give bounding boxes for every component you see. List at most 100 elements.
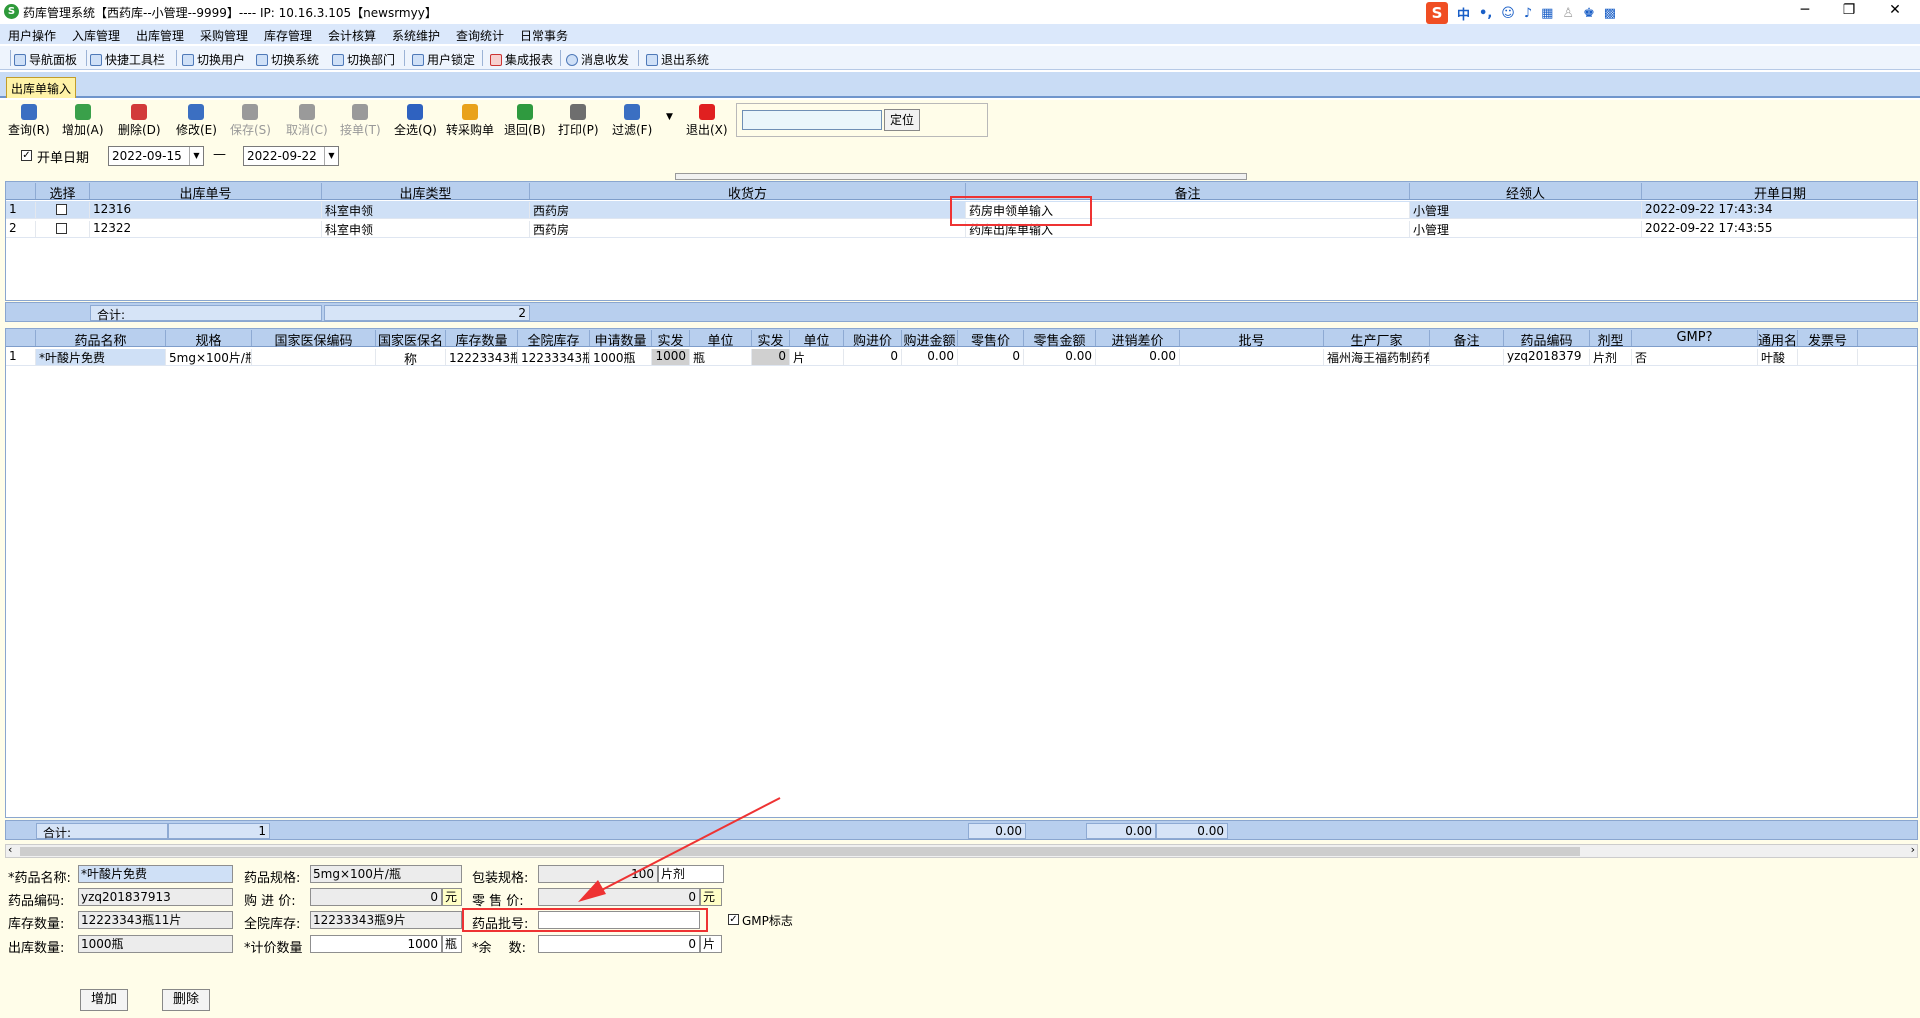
delete-button[interactable]: 删除(D) <box>118 104 161 138</box>
row-select-checkbox[interactable] <box>56 204 67 215</box>
col-detail-unit2[interactable]: 单位 <box>790 330 844 349</box>
menu-inbound[interactable]: 入库管理 <box>72 27 120 44</box>
col-detail-form[interactable]: 剂型 <box>1590 330 1632 349</box>
col-detail-stock[interactable]: 库存数量 <box>446 330 518 349</box>
minimize-button[interactable]: ─ <box>1782 0 1828 22</box>
microphone-icon[interactable]: ♪ <box>1524 6 1532 21</box>
to-purchase-button[interactable]: 转采购单 <box>446 104 494 138</box>
col-detail-invoice[interactable]: 发票号 <box>1798 330 1858 349</box>
nav-panel-button[interactable]: 导航面板 <box>14 51 77 68</box>
emoji-icon[interactable]: ☺ <box>1501 6 1515 21</box>
col-detail-nhn[interactable]: 国家医保名称 <box>376 330 446 368</box>
modify-button[interactable]: 修改(E) <box>176 104 217 138</box>
menu-daily[interactable]: 日常事务 <box>520 27 568 44</box>
keyboard-icon[interactable]: ▦ <box>1541 6 1553 21</box>
col-detail-buy[interactable]: 购进价 <box>844 330 902 349</box>
return-button[interactable]: 退回(B) <box>504 104 546 138</box>
stock-qty-field[interactable]: 12223343瓶11片 <box>78 911 233 929</box>
add-detail-button[interactable]: 增加 <box>80 989 128 1011</box>
col-receiver[interactable]: 收货方 <box>530 183 966 202</box>
date-to-picker[interactable]: 2022-09-22 ▼ <box>243 146 339 166</box>
col-detail-sfjl[interactable]: 实发计量 <box>752 330 790 368</box>
query-button[interactable]: 查询(R) <box>8 104 50 138</box>
col-select[interactable]: 选择 <box>36 183 90 202</box>
col-detail-batch[interactable]: 批号 <box>1180 330 1324 349</box>
gmp-checkbox[interactable]: ✓ <box>728 914 739 925</box>
col-detail-unit1[interactable]: 单位 <box>690 330 752 349</box>
switch-user-button[interactable]: 切换用户 <box>182 51 245 68</box>
scroll-thumb[interactable] <box>20 847 1580 856</box>
col-detail-code[interactable]: 药品编码 <box>1504 330 1590 349</box>
tab-outbound-entry[interactable]: 出库单输入 <box>6 77 77 98</box>
col-order-date[interactable]: 开单日期 <box>1642 183 1917 202</box>
switch-dept-button[interactable]: 切换部门 <box>332 51 395 68</box>
filter-dropdown-icon[interactable]: ▼ <box>666 112 673 122</box>
message-button[interactable]: 消息收发 <box>566 51 629 68</box>
menu-query[interactable]: 查询统计 <box>456 27 504 44</box>
hospital-stock-field[interactable]: 12233343瓶9片 <box>310 911 462 929</box>
table-row[interactable]: 1 *叶酸片免费 5mg×100片/瓶 12223343瓶 12233343瓶 1000瓶… <box>6 348 1917 366</box>
scroll-left-icon[interactable]: ‹ <box>8 843 12 856</box>
col-detail-name[interactable]: 药品名称 <box>36 330 166 349</box>
col-order-type[interactable]: 出库类型 <box>322 183 530 202</box>
price-qty-input[interactable]: 1000 <box>310 935 442 953</box>
user-icon[interactable]: ♙ <box>1562 6 1574 21</box>
user-lock-button[interactable]: 用户锁定 <box>412 51 475 68</box>
report-button[interactable]: 集成报表 <box>490 51 553 68</box>
buy-price-field[interactable]: 0 <box>310 888 442 906</box>
col-detail-retailamt[interactable]: 零售金额 <box>1024 330 1096 349</box>
ime-lang-indicator[interactable]: 中 <box>1457 4 1470 23</box>
menu-purchase[interactable]: 采购管理 <box>200 27 248 44</box>
col-detail-nhc[interactable]: 国家医保编码 <box>252 330 376 349</box>
date-filter-checkbox[interactable]: ✓ <box>21 150 32 161</box>
col-handler[interactable]: 经领人 <box>1410 183 1642 202</box>
col-order-no[interactable]: 出库单号 <box>90 183 322 202</box>
cancel-button[interactable]: 取消(C) <box>286 104 328 138</box>
col-detail-diff[interactable]: 进销差价 <box>1096 330 1180 349</box>
col-detail-hosp[interactable]: 全院库存 <box>518 330 590 349</box>
col-detail-req[interactable]: 申请数量 <box>590 330 652 349</box>
menu-outbound[interactable]: 出库管理 <box>136 27 184 44</box>
locate-input[interactable] <box>742 110 882 130</box>
ime-punct-indicator[interactable]: •, <box>1479 6 1492 21</box>
skin-icon[interactable]: ♚ <box>1583 6 1595 21</box>
menu-system[interactable]: 系统维护 <box>392 27 440 44</box>
col-detail-retail[interactable]: 零售价 <box>958 330 1024 349</box>
switch-system-button[interactable]: 切换系统 <box>256 51 319 68</box>
col-detail-sfjj[interactable]: 实发计价 <box>652 330 690 368</box>
menu-stock[interactable]: 库存管理 <box>264 27 312 44</box>
horizontal-scrollbar[interactable]: ‹ › <box>5 843 1918 858</box>
col-detail-maker[interactable]: 生产厂家 <box>1324 330 1430 349</box>
toolbox-icon[interactable]: ▩ <box>1604 6 1616 21</box>
ime-toolbar[interactable]: S 中 •, ☺ ♪ ▦ ♙ ♚ ▩ <box>1426 2 1616 24</box>
scroll-right-icon[interactable]: › <box>1911 843 1915 856</box>
sogou-ime-icon[interactable]: S <box>1426 2 1448 24</box>
exit-system-button[interactable]: 退出系统 <box>646 51 709 68</box>
exit-button[interactable]: 退出(X) <box>686 104 728 138</box>
delete-detail-button[interactable]: 删除 <box>162 989 210 1011</box>
add-button[interactable]: 增加(A) <box>62 104 104 138</box>
accept-button[interactable]: 接单(T) <box>340 104 381 138</box>
col-detail-spec[interactable]: 规格 <box>166 330 252 349</box>
restore-button[interactable]: ❐ <box>1826 0 1872 22</box>
menu-user-ops[interactable]: 用户操作 <box>8 27 56 44</box>
select-all-button[interactable]: 全选(Q) <box>394 104 437 138</box>
drug-spec-field[interactable]: 5mg×100片/瓶 <box>310 865 462 883</box>
drug-code-field[interactable]: yzq201837913 <box>78 888 233 906</box>
filter-button[interactable]: 过滤(F) <box>612 104 652 138</box>
chevron-down-icon[interactable]: ▼ <box>189 147 203 165</box>
rest-input[interactable]: 0 <box>538 935 700 953</box>
locate-button[interactable]: 定位 <box>884 109 920 131</box>
menu-accounting[interactable]: 会计核算 <box>328 27 376 44</box>
panel-splitter[interactable] <box>675 173 1247 180</box>
print-button[interactable]: 打印(P) <box>558 104 599 138</box>
out-qty-field[interactable]: 1000瓶 <box>78 935 233 953</box>
close-button[interactable]: ✕ <box>1872 0 1918 22</box>
row-select-checkbox[interactable] <box>56 223 67 234</box>
chevron-down-icon[interactable]: ▼ <box>324 147 338 165</box>
col-detail-gmp[interactable]: GMP? <box>1632 330 1758 346</box>
quick-toolbar-button[interactable]: 快捷工具栏 <box>90 51 165 68</box>
col-detail-remark[interactable]: 备注 <box>1430 330 1504 349</box>
col-detail-buyamt[interactable]: 购进金额 <box>902 330 958 349</box>
date-from-picker[interactable]: 2022-09-15 ▼ <box>108 146 204 166</box>
